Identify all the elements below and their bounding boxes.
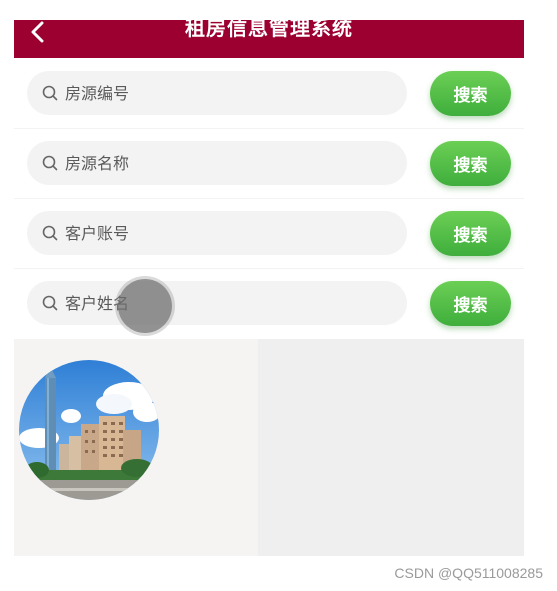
house-photo[interactable] bbox=[19, 360, 159, 500]
search-field-customer-account[interactable] bbox=[27, 211, 407, 255]
search-icon bbox=[42, 155, 58, 171]
search-field-house-number[interactable] bbox=[27, 71, 407, 115]
search-field-customer-name[interactable] bbox=[27, 281, 407, 325]
search-input-house-number[interactable] bbox=[65, 71, 395, 115]
search-icon bbox=[42, 295, 58, 311]
search-button-customer-account[interactable]: 搜索 bbox=[430, 211, 511, 256]
app-header: 租房信息管理系统 bbox=[14, 20, 524, 58]
search-row-customer-account: 搜索 bbox=[14, 198, 524, 269]
search-button-house-name[interactable]: 搜索 bbox=[430, 141, 511, 186]
app-screen: 租房信息管理系统 搜索 搜索 bbox=[14, 20, 524, 556]
search-field-house-name[interactable] bbox=[27, 141, 407, 185]
search-icon bbox=[42, 225, 58, 241]
search-input-customer-account[interactable] bbox=[65, 211, 395, 255]
house-card[interactable] bbox=[14, 339, 258, 556]
house-list bbox=[14, 339, 524, 556]
watermark: CSDN @QQ511008285 bbox=[394, 565, 543, 581]
search-row-customer-name: 搜索 bbox=[14, 268, 524, 338]
building-photo-image bbox=[19, 360, 159, 500]
search-row-house-number: 搜索 bbox=[14, 58, 524, 129]
search-input-customer-name[interactable] bbox=[65, 281, 395, 325]
search-button-customer-name[interactable]: 搜索 bbox=[430, 281, 511, 326]
search-icon bbox=[42, 85, 58, 101]
page-title: 租房信息管理系统 bbox=[185, 20, 353, 40]
touch-indicator bbox=[118, 279, 172, 333]
search-button-house-number[interactable]: 搜索 bbox=[430, 71, 511, 116]
search-input-house-name[interactable] bbox=[65, 141, 395, 185]
search-panel: 搜索 搜索 搜索 bbox=[14, 58, 524, 339]
search-row-house-name: 搜索 bbox=[14, 128, 524, 199]
